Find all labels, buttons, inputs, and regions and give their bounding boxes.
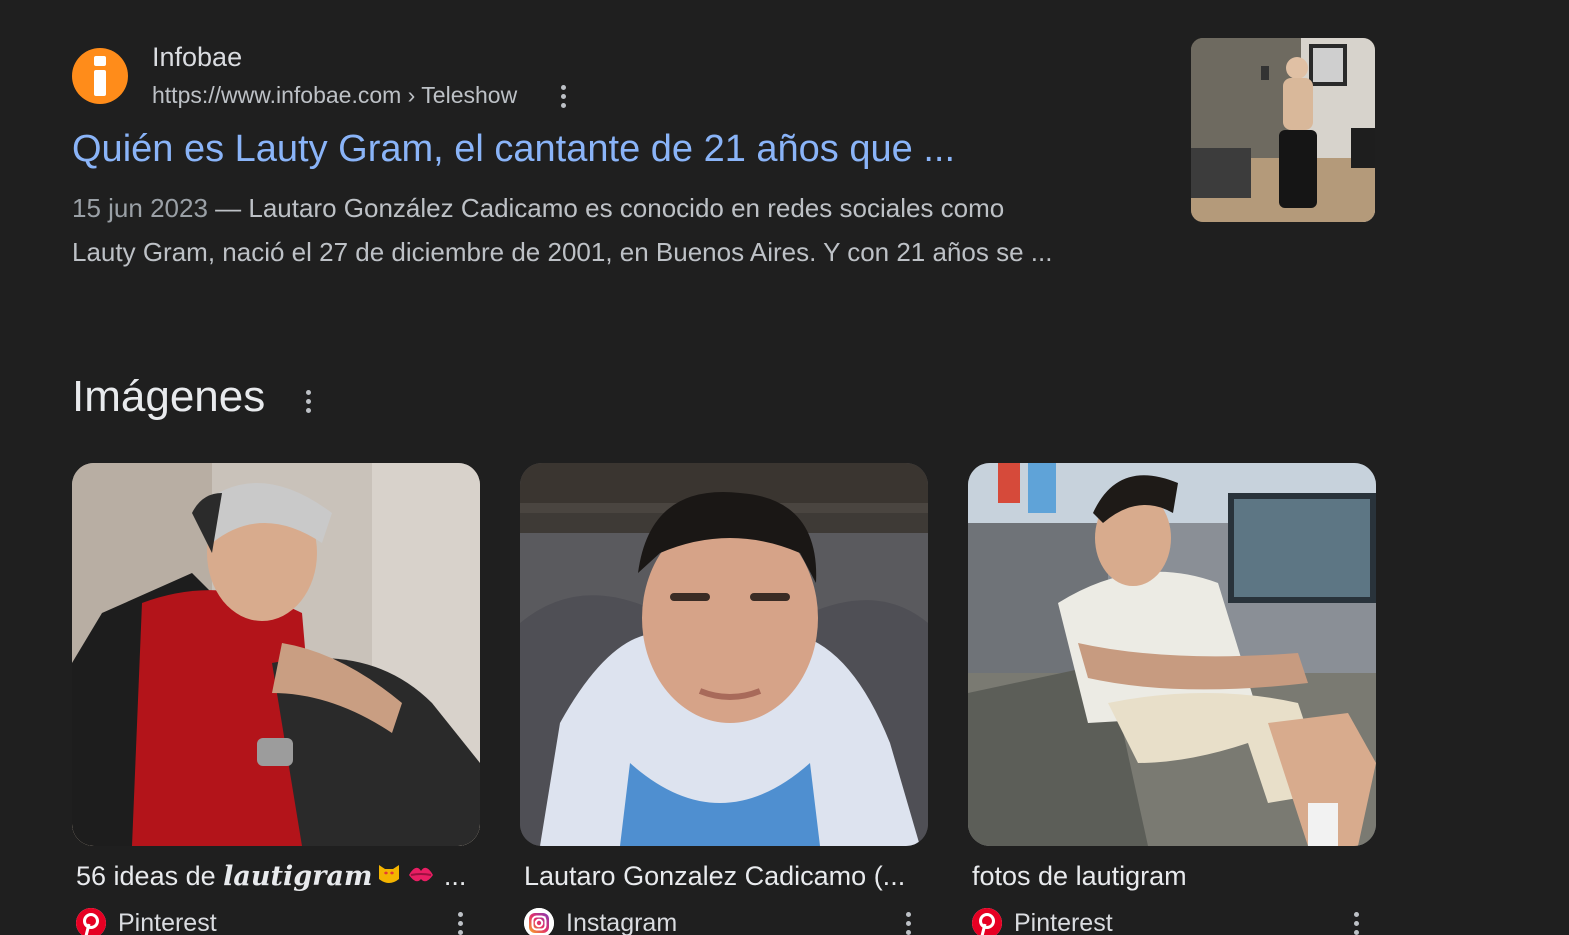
image-card: Lautaro Gonzalez Cadicamo (... Instagram bbox=[520, 463, 928, 935]
kebab-dot bbox=[905, 911, 911, 917]
kebab-dot bbox=[457, 920, 463, 926]
images-more-options-icon[interactable] bbox=[296, 387, 320, 415]
more-options-icon[interactable] bbox=[551, 82, 575, 110]
image-result-photo[interactable] bbox=[520, 463, 928, 846]
caption-suffix: ... bbox=[436, 861, 467, 891]
image-result-photo[interactable] bbox=[968, 463, 1376, 846]
person-sitting-outdoors-image bbox=[968, 463, 1376, 846]
kebab-dot bbox=[905, 920, 911, 926]
image-more-options-icon[interactable] bbox=[896, 909, 920, 935]
info-i-glyph bbox=[86, 56, 114, 96]
site-name[interactable]: Infobae bbox=[152, 42, 242, 73]
image-more-options-icon[interactable] bbox=[1344, 909, 1368, 935]
source-name: Instagram bbox=[566, 908, 678, 935]
result-title-link[interactable]: Quién es Lauty Gram, el cantante de 21 a… bbox=[72, 128, 955, 171]
kebab-dot bbox=[560, 102, 566, 108]
kebab-dot bbox=[1353, 929, 1359, 935]
instagram-icon bbox=[524, 908, 554, 935]
heart-eyes-cat-emoji-icon bbox=[376, 861, 402, 894]
kebab-dot bbox=[305, 389, 311, 395]
images-section-heading: Imágenes bbox=[72, 372, 266, 421]
snippet-text-1: Lautaro González Cadicamo es conocido en… bbox=[248, 193, 1005, 223]
image-caption-link[interactable]: fotos de lautigram bbox=[972, 861, 1372, 892]
kebab-dot bbox=[560, 84, 566, 90]
kebab-dot bbox=[457, 929, 463, 935]
image-caption-link[interactable]: Lautaro Gonzalez Cadicamo (... bbox=[524, 861, 924, 892]
kiss-mark-emoji-icon bbox=[406, 861, 436, 894]
pinterest-icon bbox=[76, 908, 106, 935]
snippet-line-1: 15 jun 2023 — Lautaro González Cadicamo … bbox=[72, 193, 1005, 223]
person-red-shirt-image bbox=[72, 463, 480, 846]
kebab-dot bbox=[1353, 911, 1359, 917]
info-bar bbox=[94, 70, 106, 96]
image-source[interactable]: Instagram bbox=[524, 907, 677, 935]
search-result: Infobae https://www.infobae.com › Telesh… bbox=[72, 38, 1382, 280]
search-results-page: Infobae https://www.infobae.com › Telesh… bbox=[0, 0, 1569, 935]
image-caption-link[interactable]: 56 ideas de lautigram ... bbox=[76, 861, 476, 894]
mirror-selfie-image bbox=[1191, 38, 1375, 222]
kebab-dot bbox=[1353, 920, 1359, 926]
kebab-dot bbox=[457, 911, 463, 917]
caption-script-text: lautigram bbox=[223, 861, 373, 892]
image-more-options-icon[interactable] bbox=[448, 909, 472, 935]
snippet-line-2: Lauty Gram, nació el 27 de diciembre de … bbox=[72, 237, 1053, 267]
info-dot bbox=[94, 56, 106, 66]
image-source[interactable]: Pinterest bbox=[76, 907, 217, 935]
result-snippet: 15 jun 2023 — Lautaro González Cadicamo … bbox=[72, 186, 1152, 274]
caption-prefix: 56 ideas de bbox=[76, 861, 224, 891]
image-card: 56 ideas de lautigram ... Pinterest bbox=[72, 463, 480, 935]
source-name: Pinterest bbox=[1014, 908, 1113, 935]
kebab-dot bbox=[305, 407, 311, 413]
kebab-dot bbox=[305, 398, 311, 404]
kebab-dot bbox=[560, 93, 566, 99]
image-result-photo[interactable] bbox=[72, 463, 480, 846]
selfie-white-hoodie-image bbox=[520, 463, 928, 846]
result-date: 15 jun 2023 bbox=[72, 193, 208, 223]
image-card: fotos de lautigram Pinterest bbox=[968, 463, 1376, 935]
site-url[interactable]: https://www.infobae.com › Teleshow bbox=[152, 82, 517, 109]
pinterest-icon bbox=[972, 908, 1002, 935]
source-name: Pinterest bbox=[118, 908, 217, 935]
result-thumbnail[interactable] bbox=[1191, 38, 1375, 222]
infobae-favicon-icon[interactable] bbox=[72, 48, 128, 104]
image-source[interactable]: Pinterest bbox=[972, 907, 1113, 935]
kebab-dot bbox=[905, 929, 911, 935]
